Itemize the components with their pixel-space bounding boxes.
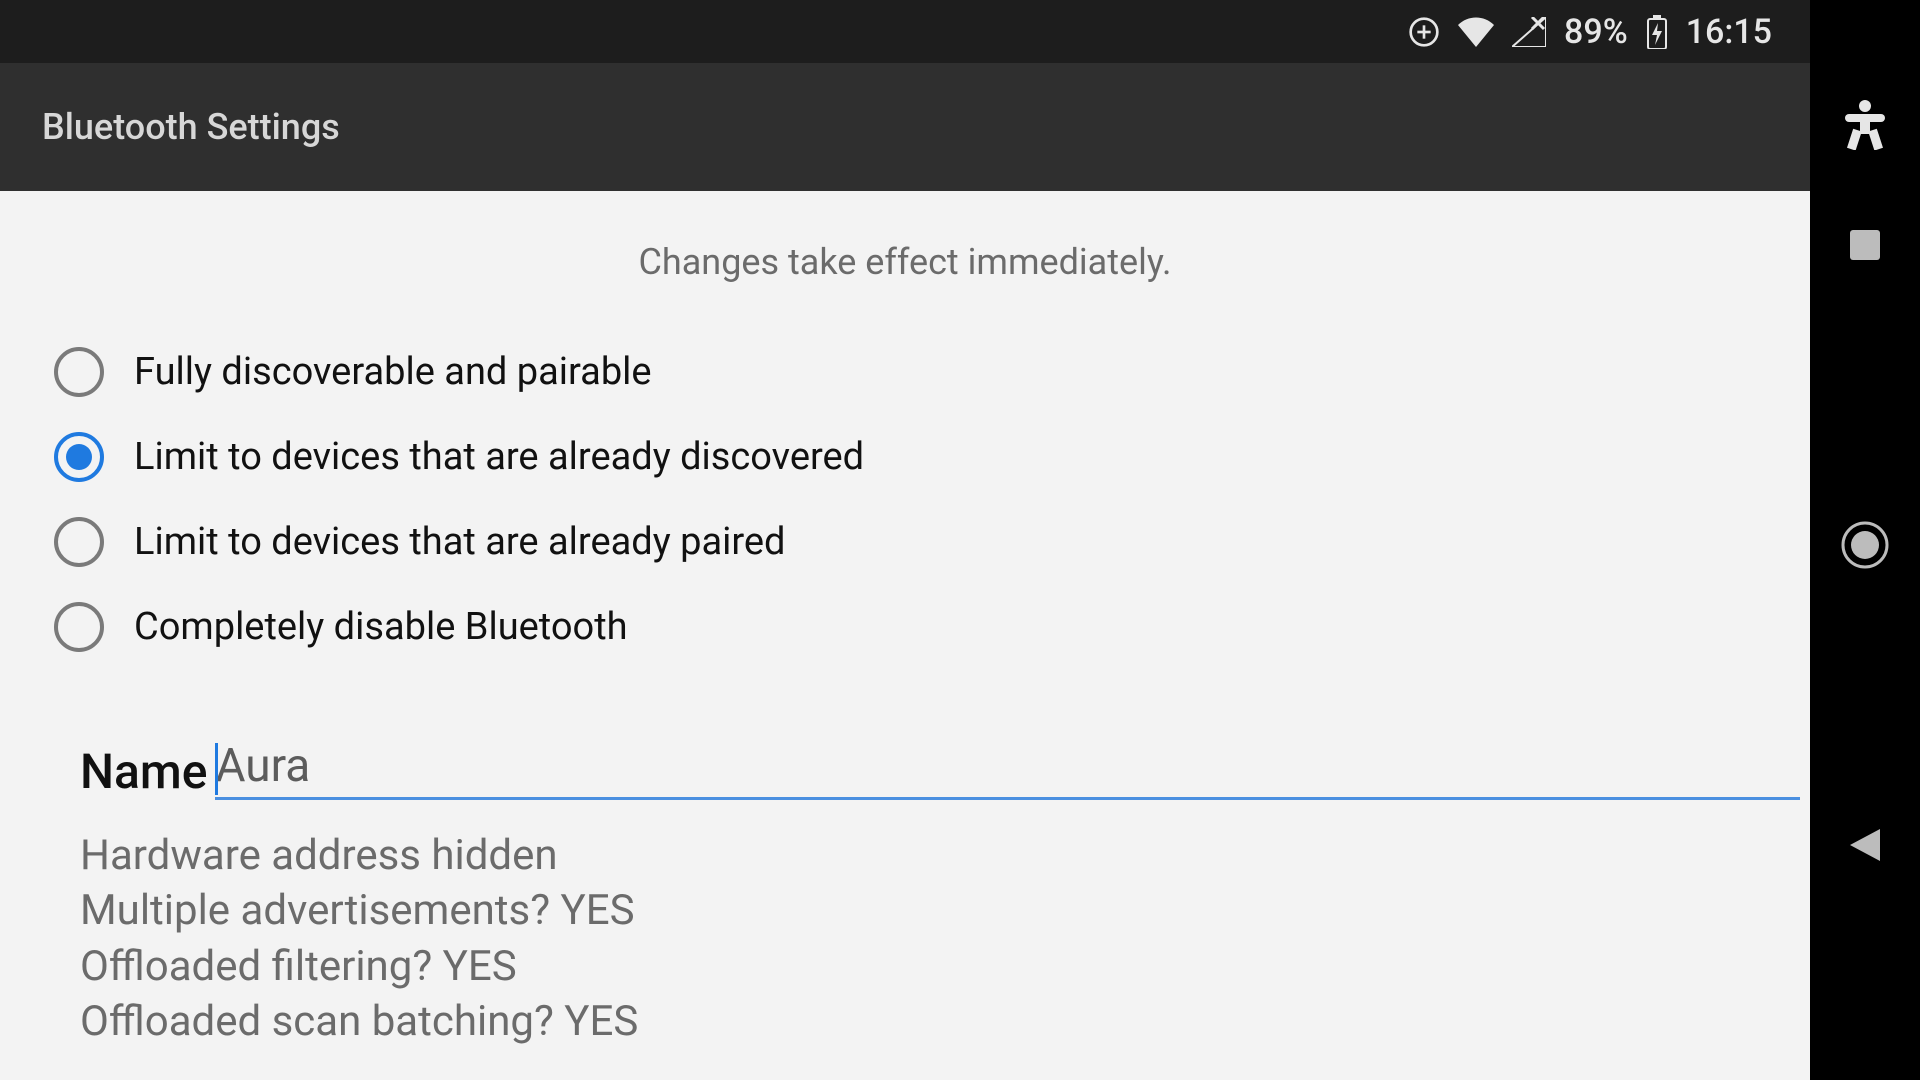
nav-recents-button[interactable]: [1810, 190, 1920, 300]
text-caret: [215, 743, 218, 795]
info-offloaded-scan-batching: Offloaded scan batching? YES: [80, 994, 1800, 1049]
content-area: Changes take effect immediately. Fully d…: [0, 191, 1810, 1080]
radio-fully-discoverable[interactable]: Fully discoverable and pairable: [54, 329, 1756, 414]
radio-label: Completely disable Bluetooth: [134, 605, 628, 649]
status-battery-charging-icon: [1646, 15, 1668, 49]
status-battery-pct: 89%: [1564, 12, 1628, 52]
device-screen: 89% 16:15 Bluetooth Settings Changes tak…: [0, 0, 1810, 1080]
status-data-saver-icon: [1408, 16, 1440, 48]
radio-indicator: [54, 602, 104, 652]
app-bar: Bluetooth Settings: [0, 63, 1810, 191]
nav-back-button[interactable]: [1810, 790, 1920, 900]
device-name-input[interactable]: [215, 739, 1800, 793]
bluetooth-capabilities: Hardware address hidden Multiple adverti…: [0, 800, 1810, 1050]
status-clock: 16:15: [1686, 12, 1772, 52]
notice-text: Changes take effect immediately.: [0, 191, 1810, 329]
radio-limit-discovered[interactable]: Limit to devices that are already discov…: [54, 414, 1756, 499]
info-offloaded-filtering: Offloaded filtering? YES: [80, 939, 1800, 994]
info-multiple-advertisements: Multiple advertisements? YES: [80, 883, 1800, 938]
radio-indicator: [54, 517, 104, 567]
radio-label: Limit to devices that are already discov…: [134, 435, 864, 479]
nav-home-button[interactable]: [1810, 490, 1920, 600]
device-name-row: Name: [0, 669, 1810, 800]
device-name-input-wrap[interactable]: [215, 739, 1800, 800]
radio-disable-bluetooth[interactable]: Completely disable Bluetooth: [54, 584, 1756, 669]
accessibility-button[interactable]: [1810, 70, 1920, 180]
discoverability-radio-group: Fully discoverable and pairable Limit to…: [0, 329, 1810, 669]
radio-indicator: [54, 347, 104, 397]
page-title: Bluetooth Settings: [42, 106, 340, 148]
radio-indicator: [54, 432, 104, 482]
radio-label: Limit to devices that are already paired: [134, 520, 785, 564]
device-name-label: Name: [80, 743, 207, 800]
system-nav-bar: [1810, 0, 1920, 1080]
radio-label: Fully discoverable and pairable: [134, 350, 652, 394]
status-bar: 89% 16:15: [0, 0, 1810, 63]
status-cell-no-signal-icon: [1512, 17, 1546, 47]
info-hardware-address: Hardware address hidden: [80, 828, 1800, 883]
status-wifi-icon: [1458, 17, 1494, 47]
radio-limit-paired[interactable]: Limit to devices that are already paired: [54, 499, 1756, 584]
